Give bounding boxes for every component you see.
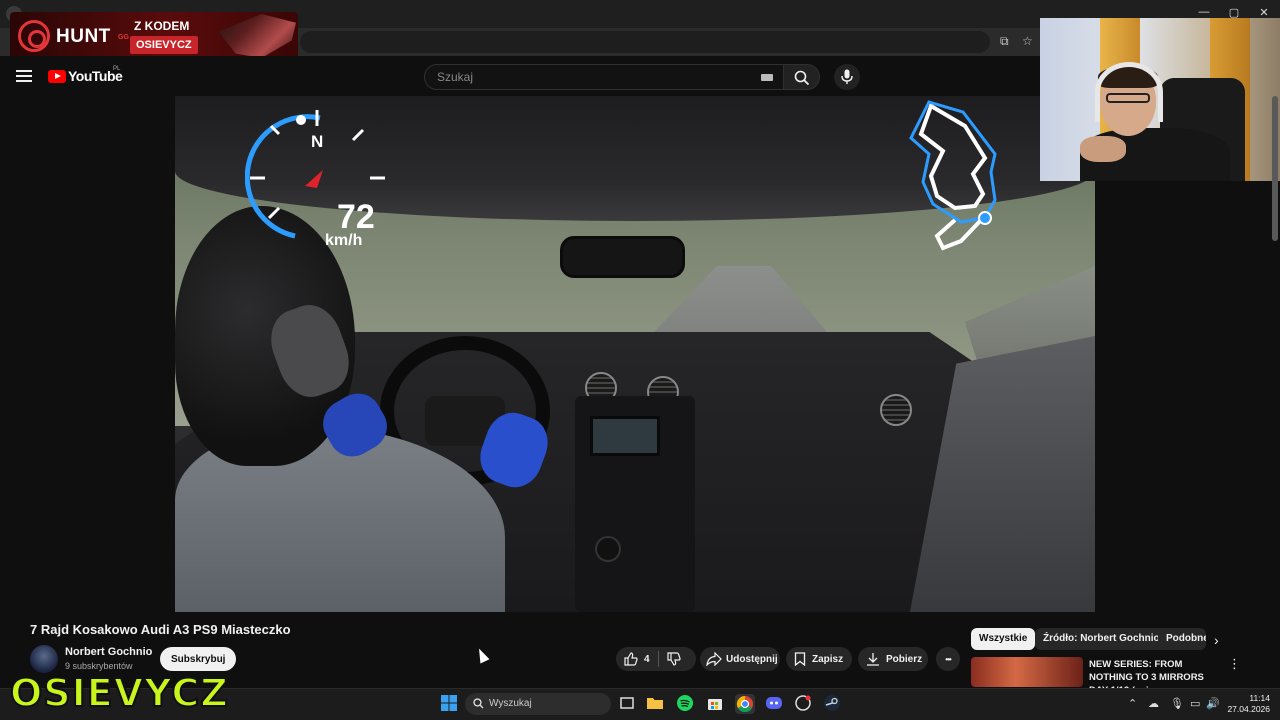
video-air-vent [880, 394, 912, 426]
search-button[interactable] [784, 64, 820, 90]
save-button[interactable]: Zapisz [786, 647, 852, 671]
dislike-button[interactable] [666, 652, 681, 666]
search-box [424, 64, 784, 90]
taskbar-search[interactable]: Wyszukaj [465, 693, 611, 715]
share-label: Udostępnij [726, 653, 778, 665]
video-gear-knob [595, 536, 621, 562]
chip-all[interactable]: Wszystkie [971, 628, 1036, 650]
taskbar-search-label: Wyszukaj [489, 698, 532, 709]
save-label: Zapisz [812, 653, 844, 665]
task-view-icon[interactable] [618, 694, 638, 714]
taskbar-clock[interactable]: 11:14 27.04.2026 [1226, 693, 1270, 715]
search-input[interactable] [437, 65, 747, 89]
keyboard-icon[interactable] [761, 74, 773, 81]
youtube-logo-icon[interactable] [48, 70, 66, 83]
share-button[interactable]: Udostępnij [700, 647, 780, 671]
recommended-video-thumbnail[interactable] [971, 657, 1083, 687]
track-map-icon [909, 100, 997, 251]
bookmark-star-icon[interactable]: ☆ [1022, 34, 1033, 48]
banner-brand: HUNT [56, 26, 111, 47]
like-divider [657, 651, 659, 667]
windows-start-icon[interactable] [440, 694, 460, 714]
address-bar[interactable] [300, 31, 990, 53]
chevron-right-icon[interactable]: › [1214, 632, 1219, 648]
streamer-webcam [1040, 18, 1280, 181]
minimize-button[interactable]: — [1196, 6, 1212, 18]
webcam-person-hand [1080, 136, 1126, 162]
share-arrow-icon [706, 652, 722, 666]
spotify-icon[interactable] [676, 694, 696, 714]
tray-cloud-icon[interactable]: ☁ [1148, 697, 1159, 710]
store-icon[interactable] [706, 694, 726, 714]
country-code: PL [113, 66, 121, 72]
steam-icon[interactable] [823, 694, 843, 714]
channel-name[interactable]: Norbert Gochnio [65, 646, 152, 658]
hunt-logo-icon [18, 20, 50, 52]
download-button[interactable]: Pobierz [858, 647, 928, 671]
chrome-icon[interactable] [735, 694, 755, 714]
like-count: 4 [644, 653, 650, 665]
subscribe-button[interactable]: Subskrybuj [160, 647, 237, 671]
thumbs-up-icon [624, 652, 638, 666]
screen: ⌄ — ▢ ✕ ⧉ ☆ HUNT GG Z KODEM OSIEVYCZ You… [0, 0, 1280, 720]
file-explorer-icon[interactable] [646, 694, 666, 714]
download-label: Pobierz [886, 653, 923, 665]
discord-icon[interactable] [765, 694, 785, 714]
microphone-icon [841, 69, 853, 84]
more-actions-button[interactable]: ••• [936, 647, 960, 671]
more-dots-icon: ••• [945, 654, 951, 664]
chip-related[interactable]: Podobne [1158, 628, 1206, 650]
headset-icon [1095, 62, 1163, 122]
install-app-icon[interactable]: ⧉ [1000, 34, 1009, 49]
like-dislike-group: 4 [616, 647, 696, 671]
clock-date: 27.04.2026 [1227, 704, 1270, 714]
tray-volume-icon[interactable]: 🔊 [1206, 697, 1220, 710]
video-title: 7 Rajd Kosakowo Audi A3 PS9 Miasteczko [30, 622, 291, 637]
banner-weapon-image [218, 14, 296, 58]
search-icon [473, 698, 484, 709]
video-rearview-mirror [560, 236, 685, 278]
speed-unit: km/h [325, 232, 363, 249]
tray-chevron-up-icon[interactable]: ⌃ [1128, 697, 1137, 710]
glasses-icon [1106, 93, 1150, 103]
subscriber-count: 9 subskrybentów [65, 661, 133, 671]
bookmark-icon [794, 652, 806, 666]
page-scrollbar[interactable] [1272, 96, 1278, 241]
compass-north-label: N [311, 132, 324, 151]
thumbs-down-icon [666, 652, 681, 666]
menu-icon[interactable] [16, 70, 32, 82]
search-icon [794, 70, 810, 86]
voice-search-button[interactable] [834, 64, 860, 90]
like-button[interactable]: 4 [616, 652, 650, 666]
streamer-brand-overlay: OSIEVYCZ [9, 671, 229, 715]
windows-logo-icon [441, 695, 457, 711]
clock-time: 11:14 [1249, 693, 1270, 703]
banner-brand-suffix: GG [118, 34, 129, 41]
app-icon[interactable] [794, 694, 814, 714]
mouse-cursor-icon [474, 646, 490, 664]
video-radio-screen [590, 416, 660, 456]
video-player[interactable]: N 72 km/h [175, 96, 1095, 612]
recommended-video-more-icon[interactable]: ⋮ [1228, 656, 1241, 672]
sponsor-banner: HUNT GG Z KODEM OSIEVYCZ [10, 12, 298, 60]
download-icon [867, 653, 879, 666]
tray-microphone-icon[interactable]: 🎙 [1170, 697, 1184, 710]
channel-avatar[interactable] [30, 645, 58, 673]
tray-network-icon[interactable]: ▭ [1190, 697, 1200, 710]
chip-from-channel[interactable]: Źródło: Norbert Gochnio [1035, 628, 1168, 650]
banner-code: OSIEVYCZ [130, 36, 198, 54]
banner-code-label: Z KODEM [134, 19, 190, 33]
